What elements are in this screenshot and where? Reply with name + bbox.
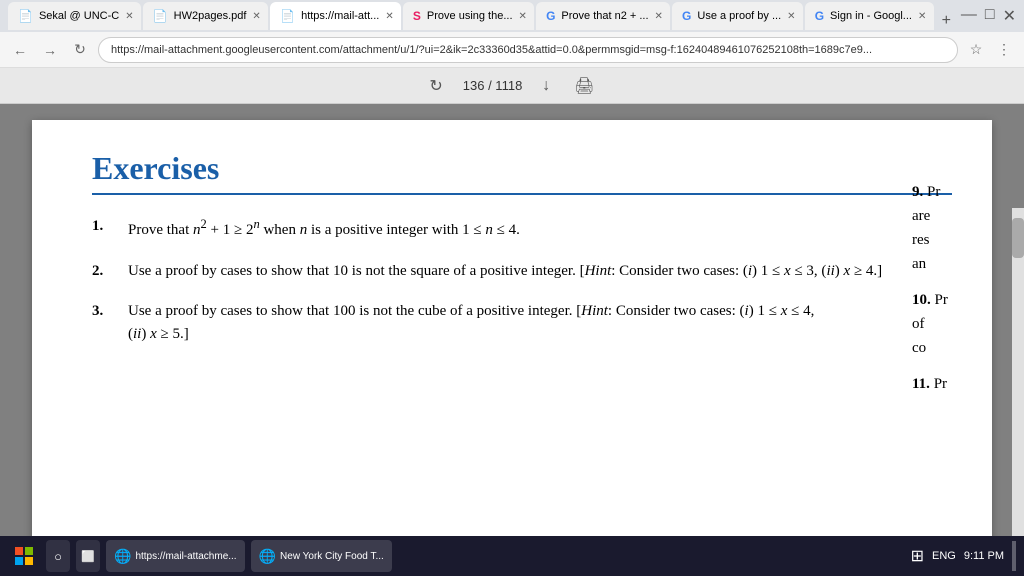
tab-label-hw2: HW2pages.pdf xyxy=(174,10,247,22)
tab-g1[interactable]: G Prove that n2 + ... ✕ xyxy=(536,2,670,30)
exercise-num-1: 1. xyxy=(92,215,128,242)
tab-icon-mail: 📄 xyxy=(280,9,295,23)
task-view-button[interactable]: ⬜ xyxy=(76,540,100,572)
scrollbar-thumb[interactable] xyxy=(1012,218,1024,258)
pdf-page-display: 136 / 1118 xyxy=(463,78,523,93)
exercise-item-2: 2. Use a proof by cases to show that 10 … xyxy=(92,260,952,283)
tab-close-sekal[interactable]: ✕ xyxy=(125,11,133,22)
nav-bar: ← → ↻ ☆ ⋮ xyxy=(0,32,1024,68)
tab-label-signin: Sign in - Googl... xyxy=(830,10,912,22)
tab-close-signin[interactable]: ✕ xyxy=(918,11,926,22)
tab-icon-signin: G xyxy=(815,9,824,23)
exercise-num-3: 3. xyxy=(92,300,128,345)
right-line-res: res xyxy=(912,232,930,248)
taskbar-app-mail-icon: 🌐 xyxy=(114,548,131,565)
windows-logo-icon xyxy=(14,546,34,566)
exercise-num-2: 2. xyxy=(92,260,128,283)
show-desktop-button[interactable] xyxy=(1012,541,1016,571)
maximize-button[interactable]: □ xyxy=(985,6,995,26)
right-num-11: 11. xyxy=(912,376,930,392)
browser-scrollbar[interactable] xyxy=(1012,208,1024,536)
exercise-item-3: 3. Use a proof by cases to show that 100… xyxy=(92,300,952,345)
exercise-item-1: 1. Prove that n2 + 1 ≥ 2n when n is a po… xyxy=(92,215,952,242)
right-item-11: 11. Pr xyxy=(912,372,992,396)
time-display: 9:11 PM xyxy=(964,550,1004,562)
tab-close-g2[interactable]: ✕ xyxy=(787,11,795,22)
right-item-9: 9. Pr are res an xyxy=(912,180,992,276)
back-button[interactable]: ← xyxy=(8,38,32,62)
right-text-10: Pr xyxy=(935,292,948,308)
pdf-page: Exercises 1. Prove that n2 + 1 ≥ 2n when… xyxy=(32,120,992,536)
right-num-9: 9. xyxy=(912,184,923,200)
pdf-download-button[interactable]: ↓ xyxy=(538,75,554,97)
tab-icon-prove: S xyxy=(413,9,421,23)
tabs-row: 📄 Sekal @ UNC-C ✕ 📄 HW2pages.pdf ✕ 📄 htt… xyxy=(8,2,957,30)
exercises-divider xyxy=(92,193,952,195)
tab-label-sekal: Sekal @ UNC-C xyxy=(39,10,119,22)
tab-icon-sekal: 📄 xyxy=(18,9,33,23)
address-bar[interactable] xyxy=(98,37,958,63)
right-line-co: co xyxy=(912,340,926,356)
tab-label-g2: Use a proof by ... xyxy=(697,10,781,22)
new-tab-button[interactable]: + xyxy=(936,12,957,30)
tab-close-prove[interactable]: ✕ xyxy=(519,11,527,22)
pdf-toolbar: ↻ 136 / 1118 ↓ 🖨 xyxy=(0,68,1024,104)
tab-mail-active[interactable]: 📄 https://mail-att... ✕ xyxy=(270,2,401,30)
taskbar-notification-icon[interactable]: ⊞ xyxy=(911,546,924,566)
pdf-refresh-button[interactable]: ↻ xyxy=(425,74,446,98)
tab-close-g1[interactable]: ✕ xyxy=(655,11,663,22)
tab-hw2[interactable]: 📄 HW2pages.pdf ✕ xyxy=(143,2,268,30)
refresh-button[interactable]: ↻ xyxy=(68,38,92,62)
taskbar-app-mail-label: https://mail-attachme... xyxy=(135,551,236,562)
nav-actions: ☆ ⋮ xyxy=(964,38,1016,62)
tab-label-mail: https://mail-att... xyxy=(301,10,379,22)
exercise-text-1: Prove that n2 + 1 ≥ 2n when n is a posit… xyxy=(128,215,948,242)
search-taskbar-button[interactable]: ○ xyxy=(46,540,70,572)
right-num-10: 10. xyxy=(912,292,931,308)
tab-label-prove: Prove using the... xyxy=(427,10,513,22)
taskbar-app-food-icon: 🌐 xyxy=(259,548,276,565)
taskbar-right: ⊞ ENG 9:11 PM xyxy=(911,541,1016,571)
exercise-text-2: Use a proof by cases to show that 10 is … xyxy=(128,260,948,283)
right-text-9: Pr xyxy=(927,184,940,200)
right-text-11: Pr xyxy=(934,376,947,392)
menu-button[interactable]: ⋮ xyxy=(992,38,1016,62)
right-item-10: 10. Pr of co xyxy=(912,288,992,360)
minimize-button[interactable]: — xyxy=(961,6,977,26)
tab-signin[interactable]: G Sign in - Googl... ✕ xyxy=(805,2,934,30)
close-button[interactable]: ✕ xyxy=(1003,6,1016,26)
tab-close-hw2[interactable]: ✕ xyxy=(252,11,260,22)
bookmark-button[interactable]: ☆ xyxy=(964,38,988,62)
exercise-text-3: Use a proof by cases to show that 100 is… xyxy=(128,300,948,345)
taskbar-lang: ENG xyxy=(932,550,956,562)
pdf-print-button[interactable]: 🖨 xyxy=(570,74,598,98)
right-line-an: an xyxy=(912,256,926,272)
exercises-title: Exercises xyxy=(92,150,952,187)
tab-close-mail[interactable]: ✕ xyxy=(385,11,393,22)
exercise-list: 1. Prove that n2 + 1 ≥ 2n when n is a po… xyxy=(92,215,952,345)
right-line-are: are xyxy=(912,208,930,224)
tab-label-g1: Prove that n2 + ... xyxy=(561,10,648,22)
window-controls: — □ ✕ xyxy=(961,6,1016,26)
right-line-of: of xyxy=(912,316,925,332)
right-column: 9. Pr are res an 10. Pr of co 11. Pr xyxy=(912,180,992,400)
taskbar-app-food-label: New York City Food T... xyxy=(280,551,384,562)
forward-button[interactable]: → xyxy=(38,38,62,62)
tab-icon-g2: G xyxy=(682,9,691,23)
taskbar-app-food[interactable]: 🌐 New York City Food T... xyxy=(251,540,392,572)
taskbar-time: 9:11 PM xyxy=(964,550,1004,562)
taskbar-app-mail[interactable]: 🌐 https://mail-attachme... xyxy=(106,540,245,572)
tab-prove[interactable]: S Prove using the... ✕ xyxy=(403,2,534,30)
tab-icon-g1: G xyxy=(546,9,555,23)
title-bar: 📄 Sekal @ UNC-C ✕ 📄 HW2pages.pdf ✕ 📄 htt… xyxy=(0,0,1024,32)
pdf-container: Exercises 1. Prove that n2 + 1 ≥ 2n when… xyxy=(0,104,1024,536)
tab-g2[interactable]: G Use a proof by ... ✕ xyxy=(672,2,803,30)
tab-icon-hw2: 📄 xyxy=(153,9,168,23)
start-button[interactable] xyxy=(8,540,40,572)
taskbar: ○ ⬜ 🌐 https://mail-attachme... 🌐 New Yor… xyxy=(0,536,1024,576)
tab-sekal[interactable]: 📄 Sekal @ UNC-C ✕ xyxy=(8,2,141,30)
